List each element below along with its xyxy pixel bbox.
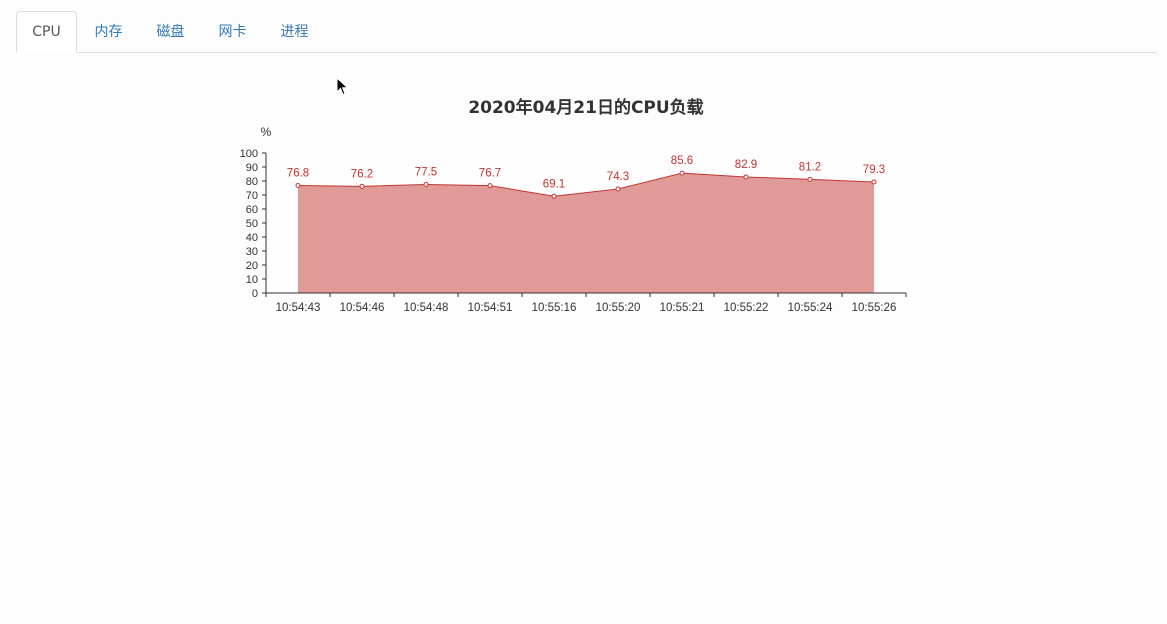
data-label: 76.2 [351, 168, 373, 180]
data-label: 85.6 [671, 155, 693, 167]
x-tick-label: 10:54:51 [468, 302, 513, 314]
data-label: 69.1 [543, 178, 565, 190]
x-tick-label: 10:55:21 [660, 302, 705, 314]
data-point [871, 179, 877, 185]
x-tick-label: 10:54:48 [404, 302, 449, 314]
y-tick-label: 60 [246, 204, 258, 216]
y-tick-label: 80 [246, 176, 258, 188]
x-tick-label: 10:55:20 [596, 302, 641, 314]
cpu-chart: 2020年04月21日的CPU负载 % 0 10 20 30 40 50 60 70 80 90 1… [0, 0, 1167, 619]
y-axis-unit-label: % [261, 125, 272, 139]
y-tick-label: 90 [246, 162, 258, 174]
y-tick-label: 50 [246, 218, 258, 230]
data-point [743, 174, 749, 180]
x-tick-label: 10:54:43 [276, 302, 321, 314]
data-label: 76.8 [287, 167, 309, 179]
data-point [551, 193, 557, 199]
mouse-cursor-icon [336, 77, 349, 96]
chart-title: 2020年04月21日的CPU负载 [468, 97, 703, 118]
data-point [423, 182, 429, 187]
data-point [807, 176, 813, 182]
data-point [295, 182, 301, 188]
x-tick-label: 10:54:46 [340, 302, 385, 314]
data-label: 81.2 [799, 161, 821, 173]
series-area-fill [298, 173, 874, 293]
y-tick-label: 10 [246, 274, 258, 286]
data-point [615, 186, 621, 192]
data-label: 82.9 [735, 159, 757, 171]
data-label: 76.7 [479, 168, 501, 180]
x-tick-label: 10:55:22 [724, 302, 769, 314]
x-tick-label: 10:55:24 [788, 302, 833, 314]
x-tick-label: 10:55:16 [532, 302, 577, 314]
data-point [359, 183, 365, 189]
data-label: 74.3 [607, 171, 629, 183]
y-tick-label: 70 [246, 190, 258, 202]
data-label: 79.3 [863, 164, 885, 176]
y-tick-label: 40 [246, 232, 258, 244]
cpu-chart-svg: 2020年04月21日的CPU负载 % 0 10 20 30 40 50 60 70 80 90 1… [240, 97, 907, 314]
data-point [487, 183, 493, 189]
y-tick-label: 20 [246, 260, 258, 272]
y-tick-label: 0 [252, 288, 258, 300]
data-point [679, 170, 685, 176]
y-tick-label: 30 [246, 246, 258, 258]
data-label: 77.5 [415, 167, 437, 179]
y-tick-label: 100 [240, 148, 258, 160]
plot-area: 0 10 20 30 40 50 60 70 80 90 100 10:54:43 10:54:46 10… [240, 148, 907, 314]
x-tick-label: 10:55:26 [852, 302, 897, 314]
